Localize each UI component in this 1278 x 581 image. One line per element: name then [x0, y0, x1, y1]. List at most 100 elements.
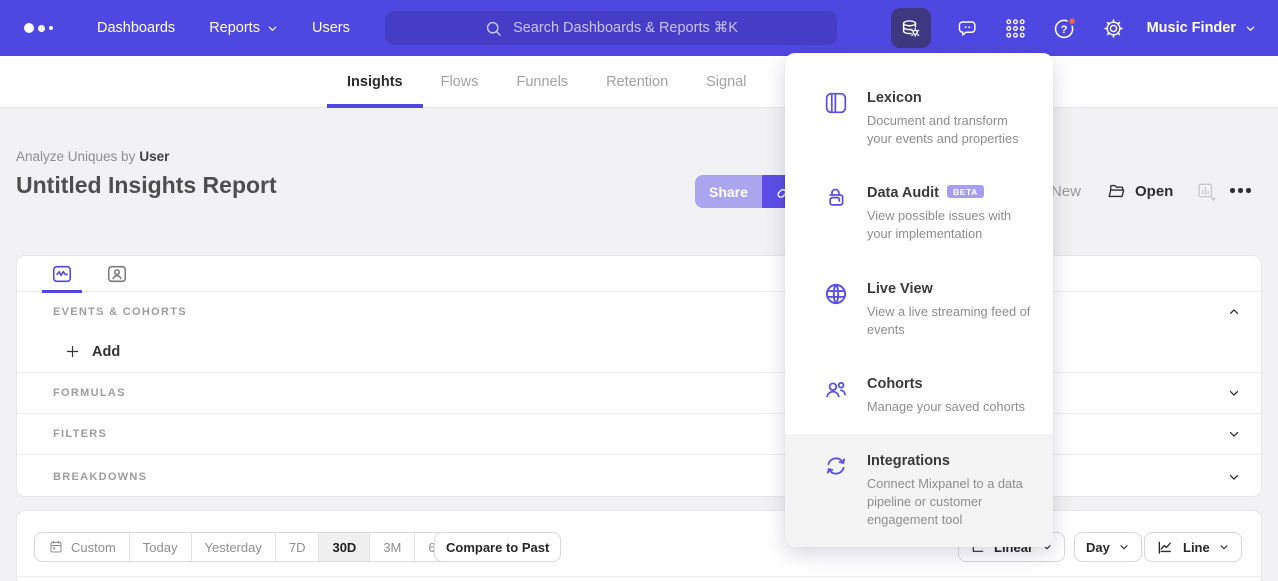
tab-signal[interactable]: Signal [706, 56, 746, 108]
chart-plus-icon [1196, 181, 1217, 202]
tab-user-profiles[interactable] [97, 256, 137, 292]
logo-dot-small [49, 26, 53, 30]
menu-item-description: Document and transform your events and p… [867, 112, 1031, 148]
settings-button[interactable] [1102, 17, 1125, 40]
menu-item-cohorts[interactable]: Cohorts Manage your saved cohorts [785, 357, 1053, 434]
share-button[interactable]: Share [695, 175, 762, 208]
builder-mode-tabs [17, 256, 1261, 292]
chevron-down-icon [1118, 541, 1130, 553]
chevron-down-icon [1218, 541, 1230, 553]
section-label: EVENTS & COHORTS [53, 306, 187, 318]
formulas-section-header[interactable]: FORMULAS [17, 372, 1261, 413]
range-7d[interactable]: 7D [276, 533, 320, 561]
speech-bubble-icon [956, 17, 979, 40]
tab-flows[interactable]: Flows [441, 56, 479, 108]
report-title[interactable]: Untitled Insights Report [16, 172, 277, 199]
section-label: FORMULAS [53, 387, 126, 399]
chevron-down-icon[interactable] [1227, 470, 1241, 484]
nav-reports[interactable]: Reports [209, 20, 278, 36]
top-nav: Dashboards Reports Users Search Dashboar… [0, 0, 1278, 56]
lexicon-icon [823, 89, 849, 148]
gear-icon [1102, 17, 1125, 40]
project-name: Music Finder [1147, 20, 1236, 36]
menu-item-title: Live View [867, 281, 933, 297]
mixpanel-logo[interactable] [24, 23, 53, 33]
tab-events-metrics[interactable] [42, 256, 82, 292]
range-label: Custom [71, 540, 116, 555]
user-icon [106, 263, 128, 285]
events-cohorts-section-header[interactable]: EVENTS & COHORTS [17, 292, 1261, 331]
chart-type-selector[interactable]: Line [1144, 532, 1242, 562]
interval-label: Day [1086, 540, 1110, 555]
apps-grid-button[interactable] [1004, 17, 1027, 40]
filters-section-header[interactable]: FILTERS [17, 413, 1261, 454]
data-management-button[interactable] [891, 8, 931, 48]
range-30d[interactable]: 30D [319, 533, 370, 561]
chart-toolbar-panel: Custom Today Yesterday 7D 30D 3M 6M 12M … [16, 510, 1262, 581]
integrations-icon [823, 452, 849, 529]
notification-dot [1068, 17, 1075, 24]
menu-item-title: Lexicon [867, 90, 922, 106]
chart-type-label: Line [1183, 540, 1210, 555]
more-options-button[interactable] [1230, 188, 1251, 193]
menu-item-live-view[interactable]: Live View View a live streaming feed of … [785, 262, 1053, 357]
line-chart-icon [1156, 538, 1175, 557]
add-to-dashboard-button[interactable] [1196, 181, 1217, 202]
menu-item-integrations[interactable]: Integrations Connect Mixpanel to a data … [785, 434, 1053, 547]
section-label: BREAKDOWNS [53, 471, 147, 483]
tab-insights[interactable]: Insights [347, 56, 403, 108]
help-icon: ? [1052, 16, 1077, 41]
menu-item-title: Integrations [867, 453, 950, 469]
feedback-button[interactable] [956, 17, 979, 40]
query-builder-panel: EVENTS & COHORTS Add FORMULAS FILTERS BR… [16, 255, 1262, 497]
open-label: Open [1135, 183, 1173, 200]
menu-item-description: View a live streaming feed of events [867, 303, 1031, 339]
menu-item-title: Cohorts [867, 376, 923, 392]
project-selector[interactable]: Music Finder [1147, 20, 1256, 36]
add-label: Add [92, 344, 120, 360]
search-icon [484, 19, 503, 38]
logo-dot-large [24, 23, 34, 33]
search-input[interactable]: Search Dashboards & Reports ⌘K [385, 11, 837, 45]
compare-to-past-button[interactable]: Compare to Past [434, 532, 561, 562]
new-label: New [1051, 183, 1081, 200]
interval-selector[interactable]: Day [1074, 532, 1142, 562]
breakdowns-section-header[interactable]: BREAKDOWNS [17, 454, 1261, 498]
help-button[interactable]: ? [1052, 16, 1077, 41]
range-custom[interactable]: Custom [35, 533, 130, 561]
primary-nav: Dashboards Reports Users [97, 20, 350, 36]
open-report-button[interactable]: Open [1106, 181, 1173, 201]
menu-item-lexicon[interactable]: Lexicon Document and transform your even… [785, 71, 1053, 166]
database-gear-icon [899, 17, 922, 40]
app-root: Dashboards Reports Users Search Dashboar… [0, 0, 1278, 581]
nav-reports-label: Reports [209, 20, 260, 36]
range-3m[interactable]: 3M [370, 533, 415, 561]
range-yesterday[interactable]: Yesterday [192, 533, 276, 561]
chevron-up-icon[interactable] [1227, 305, 1241, 319]
subtitle-metric[interactable]: User [139, 149, 169, 164]
chevron-down-icon[interactable] [1227, 386, 1241, 400]
add-event-button[interactable]: Add [17, 331, 1261, 372]
pulse-chart-icon [51, 263, 73, 285]
folder-icon [1106, 181, 1126, 201]
menu-item-data-audit[interactable]: Data AuditBETA View possible issues with… [785, 166, 1053, 261]
data-audit-icon [823, 184, 849, 243]
range-today[interactable]: Today [130, 533, 192, 561]
tab-funnels[interactable]: Funnels [516, 56, 568, 108]
subtitle-prefix: Analyze Uniques by [16, 149, 135, 164]
chevron-down-icon [1245, 23, 1256, 34]
nav-dashboards[interactable]: Dashboards [97, 20, 175, 36]
chevron-down-icon[interactable] [1227, 427, 1241, 441]
menu-item-description: View possible issues with your implement… [867, 207, 1031, 243]
tab-retention[interactable]: Retention [606, 56, 668, 108]
report-subtitle: Analyze Uniques by User [16, 149, 169, 164]
nav-right-cluster: ? Music Finder [891, 0, 1278, 56]
nav-users[interactable]: Users [312, 20, 350, 36]
chevron-down-icon [267, 23, 278, 34]
menu-item-description: Connect Mixpanel to a data pipeline or c… [867, 475, 1031, 529]
menu-item-title: Data Audit [867, 185, 939, 201]
toolbar-divider [17, 576, 1261, 577]
data-management-menu: Lexicon Document and transform your even… [785, 53, 1053, 547]
svg-text:?: ? [1060, 23, 1067, 35]
cohorts-icon [823, 375, 849, 416]
